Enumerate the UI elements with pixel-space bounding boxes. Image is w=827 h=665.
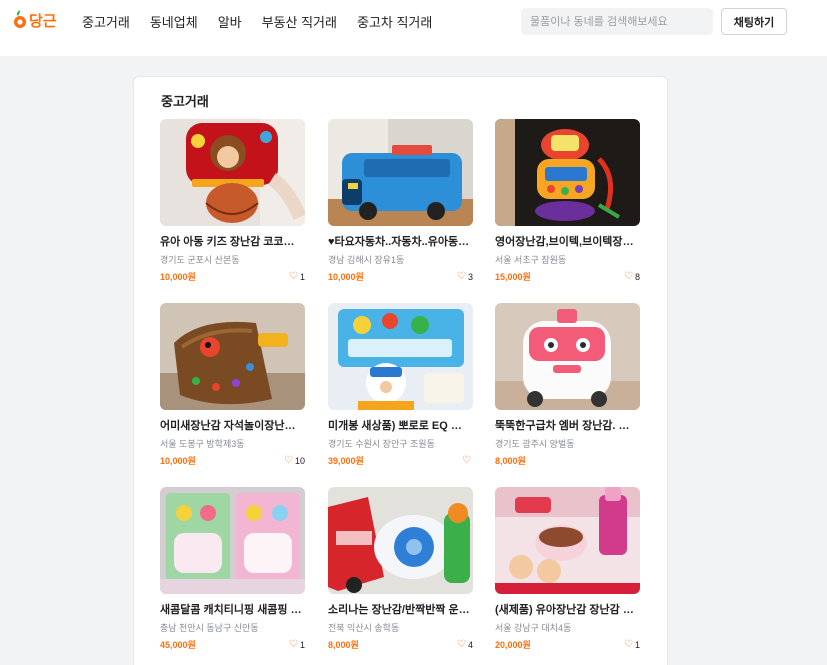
heart-icon: ♡ [624, 638, 633, 650]
like-count: ♡ 1 [624, 638, 640, 650]
like-count-value: 3 [467, 271, 473, 282]
product-card[interactable]: 유아 아동 키즈 장난감 코코몽 농구대 경기도 군포시 산본동 10,000원… [160, 119, 305, 283]
product-price: 10,000원 [160, 272, 196, 282]
product-price: 10,000원 [160, 456, 196, 466]
product-card[interactable]: 영어장난감,브이텍,브이텍장난감 서울 서초구 잠원동 15,000원 ♡ 8 [495, 119, 640, 283]
product-location: 경기도 군포시 산본동 [160, 255, 240, 265]
product-title: 뚝뚝한구급차 엠버 장난감. 로보카폴리 [495, 420, 638, 432]
like-count: ♡ 8 [624, 270, 640, 282]
product-location: 서울 도봉구 방학제3동 [160, 439, 245, 449]
heart-icon: ♡ [289, 638, 298, 650]
heart-icon: ♡ [457, 638, 466, 650]
product-location: 전북 익산시 송학동 [328, 623, 400, 633]
product-title: (새제품) 유아장난감 장난감 케이크 [495, 604, 638, 616]
heart-icon: ♡ [284, 454, 293, 466]
product-card[interactable]: (새제품) 유아장난감 장난감 케이크 서울 강남구 대치4동 20,000원 … [495, 487, 640, 651]
like-count: ♡ 10 [284, 454, 305, 466]
product-image[interactable] [160, 119, 305, 226]
product-card[interactable]: 새콤달콤 캐치티니핑 새콤핑 장난감 충남 천안시 동남구 신안동 45,000… [160, 487, 305, 651]
product-location: 경기도 광주시 양벌동 [495, 439, 575, 449]
product-price: 20,000원 [495, 640, 531, 650]
like-count: ♡ 1 [289, 270, 305, 282]
product-image[interactable] [328, 487, 473, 594]
product-card[interactable]: 소리나는 장난감/반짝반짝 운전대 장난감 전북 익산시 송학동 8,000원 … [328, 487, 473, 651]
product-price: 45,000원 [160, 640, 196, 650]
like-count-value: 1 [299, 271, 305, 282]
product-image[interactable] [328, 303, 473, 410]
product-image[interactable] [160, 303, 305, 410]
product-location: 경기도 수원시 장안구 조원동 [328, 439, 435, 449]
like-count-value: 4 [467, 639, 473, 650]
product-card[interactable]: 미개봉 새상품) 뽀로로 EQ 테이블 경기도 수원시 장안구 조원동 39,0… [328, 303, 473, 467]
nav-used-cars[interactable]: 중고차 직거래 [357, 12, 432, 31]
product-card[interactable]: 어미새장난감 자석놀이장난감 딱따구리 서울 도봉구 방학제3동 10,000원… [160, 303, 305, 467]
heart-icon: ♡ [624, 270, 633, 282]
like-count-value: 8 [634, 271, 640, 282]
nav-local-business[interactable]: 동네업체 [150, 12, 198, 31]
product-title: 영어장난감,브이텍,브이텍장난감 [495, 236, 638, 248]
product-location: 충남 천안시 동남구 신안동 [160, 623, 259, 633]
nav-real-estate[interactable]: 부동산 직거래 [262, 12, 337, 31]
product-image[interactable] [160, 487, 305, 594]
product-card[interactable]: 뚝뚝한구급차 엠버 장난감. 로보카폴리 경기도 광주시 양벌동 8,000원 [495, 303, 640, 467]
product-title: 미개봉 새상품) 뽀로로 EQ 테이블 [328, 420, 471, 432]
carrot-logo-icon [14, 10, 26, 28]
product-title: 유아 아동 키즈 장난감 코코몽 농구대 [160, 236, 303, 248]
product-image[interactable] [328, 119, 473, 226]
like-count: ♡ 4 [457, 638, 473, 650]
product-price: 10,000원 [328, 272, 364, 282]
product-title: 새콤달콤 캐치티니핑 새콤핑 장난감 [160, 604, 303, 616]
main-nav: 중고거래 동네업체 알바 부동산 직거래 중고차 직거래 [82, 12, 452, 31]
logo-text: 당근 [29, 12, 57, 30]
daangn-logo[interactable]: 당근 [13, 8, 57, 32]
like-count-value: 1 [634, 639, 640, 650]
product-image[interactable] [495, 303, 640, 410]
top-header: 당근 중고거래 동네업체 알바 부동산 직거래 중고차 직거래 채팅하기 [0, 0, 827, 56]
heart-icon: ♡ [457, 270, 466, 282]
like-count: ♡ 1 [289, 638, 305, 650]
product-title: 소리나는 장난감/반짝반짝 운전대 장난감 [328, 604, 471, 616]
section-title: 중고거래 [161, 94, 209, 109]
product-location: 경남 김해시 장유1동 [328, 255, 405, 265]
nav-used-trade[interactable]: 중고거래 [82, 12, 130, 31]
product-card[interactable]: ♥타요자동차..자동차..유아동 장난감 경남 김해시 장유1동 10,000원… [328, 119, 473, 283]
heart-icon: ♡ [462, 454, 471, 466]
product-image[interactable] [495, 119, 640, 226]
listing-panel: 중고거래 유아 아동 키즈 장난감 코코몽 농구대 경기도 군포시 산본동 10… [133, 76, 668, 665]
like-count-value: 1 [299, 639, 305, 650]
like-count: ♡ [462, 454, 473, 466]
product-price: 15,000원 [495, 272, 531, 282]
product-location: 서울 서초구 잠원동 [495, 255, 567, 265]
product-location: 서울 강남구 대치4동 [495, 623, 572, 633]
heart-icon: ♡ [289, 270, 298, 282]
like-count-value: 10 [294, 455, 305, 466]
product-title: 어미새장난감 자석놀이장난감 딱따구리 [160, 420, 303, 432]
product-price: 39,000원 [328, 456, 364, 466]
product-image[interactable] [495, 487, 640, 594]
nav-part-time[interactable]: 알바 [218, 12, 242, 31]
product-price: 8,000원 [495, 456, 526, 466]
product-title: ♥타요자동차..자동차..유아동 장난감 [328, 236, 471, 248]
like-count: ♡ 3 [457, 270, 473, 282]
product-price: 8,000원 [328, 640, 359, 650]
chat-button[interactable]: 채팅하기 [721, 8, 787, 35]
search-input[interactable] [521, 8, 713, 35]
